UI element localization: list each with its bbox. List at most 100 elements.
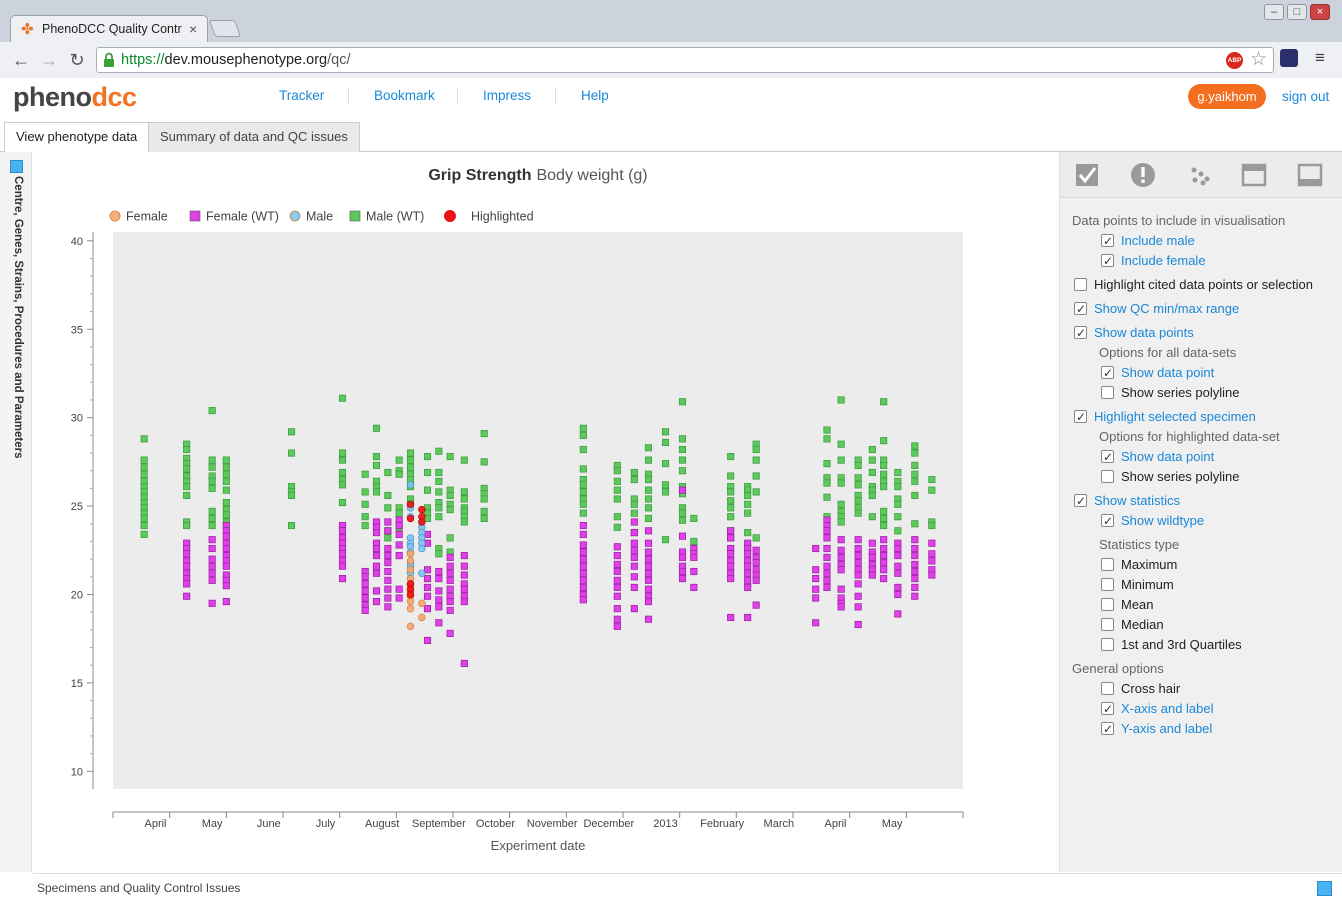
data-point-male-wt[interactable] [880, 461, 888, 469]
data-point-male-wt[interactable] [480, 495, 488, 503]
data-point-male-wt[interactable] [854, 509, 862, 517]
data-point-female-wt[interactable] [579, 555, 587, 563]
data-point-female-wt[interactable] [880, 559, 888, 567]
data-point-female-wt[interactable] [854, 544, 862, 553]
data-point-male-wt[interactable] [361, 513, 369, 521]
data-point-male-wt[interactable] [480, 458, 488, 466]
data-point-male-wt[interactable] [868, 513, 876, 521]
data-point-male-wt[interactable] [140, 435, 148, 443]
data-point-female[interactable] [418, 599, 426, 608]
data-point-male-wt[interactable] [222, 463, 230, 471]
data-point-male-wt[interactable] [644, 495, 653, 503]
data-point-female-wt[interactable] [678, 567, 687, 576]
data-point-male-wt[interactable] [744, 491, 752, 500]
data-point-female-wt[interactable] [894, 583, 902, 591]
data-point-female-wt[interactable] [460, 659, 468, 668]
data-point-male-wt[interactable] [744, 529, 752, 537]
data-point-male-wt[interactable] [727, 513, 735, 521]
data-point-female-wt[interactable] [579, 569, 587, 577]
data-point-female-wt[interactable] [338, 562, 347, 570]
data-point-male-wt[interactable] [868, 445, 876, 454]
data-point-male-wt[interactable] [208, 463, 216, 471]
data-point-male-wt[interactable] [423, 468, 432, 477]
data-point-female-wt[interactable] [727, 575, 735, 583]
data-point-male-wt[interactable] [911, 491, 919, 500]
data-point-female-wt[interactable] [361, 580, 369, 588]
data-point-female-wt[interactable] [208, 555, 216, 563]
option-label[interactable]: Y-axis and label [1121, 720, 1212, 738]
data-point-female-wt[interactable] [613, 552, 621, 560]
data-point-male-wt[interactable] [579, 500, 587, 508]
data-point-female-wt[interactable] [630, 539, 638, 547]
data-point-female-wt[interactable] [361, 587, 369, 595]
data-point-male-wt[interactable] [287, 428, 296, 436]
data-point-female-wt[interactable] [752, 559, 760, 567]
sign-out-link[interactable]: sign out [1282, 89, 1329, 104]
data-point-male-wt[interactable] [480, 507, 488, 515]
data-point-male-wt[interactable] [183, 483, 191, 491]
tab-view-phenotype-data[interactable]: View phenotype data [4, 122, 150, 153]
data-point-female-wt[interactable] [928, 539, 936, 547]
forward-arrow-icon[interactable]: → [38, 49, 60, 71]
data-point-highlighted[interactable] [418, 505, 426, 514]
data-point-female-wt[interactable] [823, 569, 831, 577]
data-point-female-wt[interactable] [423, 605, 432, 613]
data-point-female-wt[interactable] [372, 587, 381, 595]
option-label[interactable]: Cross hair [1121, 680, 1180, 698]
data-point-male-wt[interactable] [395, 509, 403, 517]
data-point-female-wt[interactable] [384, 576, 392, 584]
data-point-male-wt[interactable] [446, 506, 454, 514]
browser-menu-icon[interactable]: ≡ [1312, 48, 1328, 68]
data-point-female-wt[interactable] [460, 585, 468, 593]
data-point-female-wt[interactable] [395, 541, 403, 549]
data-point-female-wt[interactable] [854, 603, 862, 611]
data-point-male-wt[interactable] [661, 536, 670, 544]
data-point-female-wt[interactable] [894, 544, 902, 553]
data-point-highlighted[interactable] [406, 590, 415, 599]
data-point-female-wt[interactable] [744, 550, 752, 558]
data-point-male-wt[interactable] [894, 483, 902, 491]
data-point-male-wt[interactable] [837, 518, 845, 526]
data-point-female-wt[interactable] [823, 534, 831, 542]
data-point-male-wt[interactable] [894, 513, 902, 521]
data-point-female-wt[interactable] [435, 575, 443, 583]
data-point-male-wt[interactable] [183, 445, 191, 454]
data-point-female-wt[interactable] [384, 603, 392, 611]
data-point-male-wt[interactable] [644, 444, 653, 452]
data-point-female-wt[interactable] [630, 573, 638, 581]
data-point-female-wt[interactable] [384, 552, 392, 560]
data-point-male-wt[interactable] [630, 500, 638, 508]
data-point-female-wt[interactable] [446, 585, 454, 593]
data-point-female-wt[interactable] [644, 576, 653, 584]
data-point-male-wt[interactable] [222, 511, 230, 519]
data-point-male-wt[interactable] [384, 534, 392, 542]
top-panel-icon[interactable] [1241, 162, 1267, 188]
data-point-female-wt[interactable] [579, 521, 587, 530]
data-point-female-wt[interactable] [423, 575, 432, 583]
option-label[interactable]: Mean [1121, 596, 1154, 614]
data-point-highlighted[interactable] [406, 500, 415, 509]
data-point-female-wt[interactable] [613, 567, 621, 576]
data-point-female[interactable] [406, 550, 415, 558]
data-point-male-wt[interactable] [911, 442, 919, 450]
option-label[interactable]: Show QC min/max range [1094, 300, 1239, 318]
data-point-female-wt[interactable] [928, 550, 936, 558]
data-point-male[interactable] [418, 569, 426, 577]
data-point-male-wt[interactable] [678, 509, 687, 517]
data-point-female-wt[interactable] [423, 636, 432, 645]
data-point-male-wt[interactable] [384, 491, 392, 500]
data-point-female-wt[interactable] [384, 527, 392, 535]
data-point-female-wt[interactable] [630, 529, 638, 537]
expand-bottom-panel-icon[interactable] [1317, 881, 1332, 896]
data-point-male-wt[interactable] [435, 504, 443, 512]
data-point-male-wt[interactable] [613, 513, 621, 521]
data-point-male-wt[interactable] [361, 470, 369, 478]
data-point-male-wt[interactable] [361, 521, 369, 530]
data-point-female-wt[interactable] [435, 619, 443, 627]
data-point-male-wt[interactable] [880, 470, 888, 478]
data-point-female-wt[interactable] [208, 536, 216, 544]
data-point-female-wt[interactable] [837, 585, 845, 593]
data-point-female-wt[interactable] [338, 575, 347, 583]
data-point-female-wt[interactable] [744, 562, 752, 570]
checkmark-icon[interactable] [1074, 162, 1100, 188]
